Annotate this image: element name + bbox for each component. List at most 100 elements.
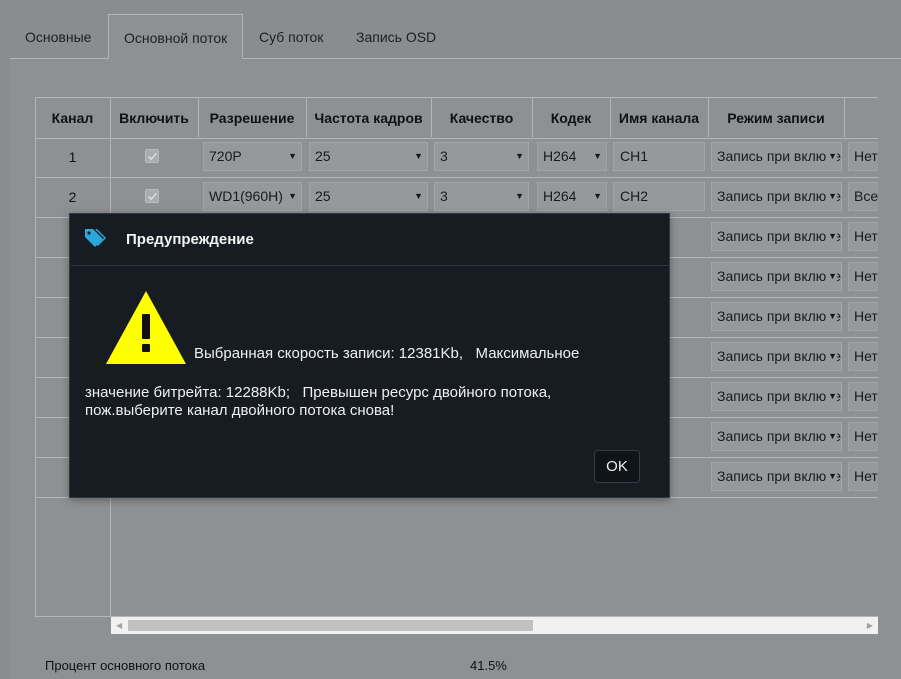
dropdown-arrow-icon: ▼ — [591, 183, 602, 210]
extra-value: Нет — [854, 348, 878, 364]
quality-value: 3 — [440, 188, 448, 204]
dialog-message-line2: значение битрейта: 12288Kb; Превышен рес… — [85, 384, 552, 401]
framerate-select[interactable]: 25 ▼ — [309, 182, 428, 211]
codec-value: H264 — [543, 188, 577, 204]
dropdown-arrow-icon: ▼ — [513, 143, 524, 170]
dropdown-arrow-icon: ▼ — [826, 303, 837, 330]
main-stream-percent-label: Процент основного потока — [45, 658, 206, 673]
warning-dialog: Предупреждение Выбранная скорость записи… — [69, 213, 670, 498]
header-framerate: Частота кадров — [314, 110, 423, 126]
enable-checkbox[interactable] — [145, 149, 159, 163]
dropdown-arrow-icon: ▼ — [286, 143, 297, 170]
channel-name-input[interactable]: CH1 — [613, 142, 705, 171]
extra-value: Все — [854, 188, 878, 204]
extra-select[interactable]: Нет — [848, 382, 878, 411]
tab-basic[interactable]: Основные — [10, 14, 106, 58]
dropdown-arrow-icon: ▼ — [412, 143, 423, 170]
extra-value: Нет — [854, 148, 878, 164]
scroll-left-icon[interactable]: ◀ — [116, 621, 122, 630]
channel-name-input[interactable]: CH2 — [613, 182, 705, 211]
check-icon — [147, 152, 158, 161]
tab-record-osd[interactable]: Запись OSD — [341, 14, 451, 58]
record-mode-select[interactable]: Запись при включении▼ — [711, 422, 842, 451]
extra-select[interactable]: Нет — [848, 222, 878, 251]
tab-main-stream[interactable]: Основной поток — [108, 14, 244, 59]
quality-value: 3 — [440, 148, 448, 164]
record-mode-value: Запись при включении — [717, 308, 842, 324]
resolution-value: 720P — [209, 148, 242, 164]
column-divider — [610, 97, 611, 137]
record-mode-select[interactable]: Запись при включении▼ — [711, 182, 842, 211]
record-mode-select[interactable]: Запись при включении▼ — [711, 222, 842, 251]
quality-select[interactable]: 3 ▼ — [434, 142, 529, 171]
column-divider — [708, 97, 709, 137]
ok-button[interactable]: OK — [594, 450, 640, 483]
framerate-select[interactable]: 25 ▼ — [309, 142, 428, 171]
extra-value: Нет — [854, 388, 878, 404]
dropdown-arrow-icon: ▼ — [591, 143, 602, 170]
extra-select[interactable]: Нет — [848, 462, 878, 491]
horizontal-scrollbar[interactable]: ◀ ▶ — [111, 617, 878, 634]
tab-bar: Основные Основной поток Суб поток Запись… — [10, 14, 901, 59]
codec-select[interactable]: H264 ▼ — [537, 142, 607, 171]
resolution-select[interactable]: WD1(960H) ▼ — [203, 182, 302, 211]
column-divider — [306, 97, 307, 137]
dropdown-arrow-icon: ▼ — [826, 383, 837, 410]
header-record-mode: Режим записи — [727, 110, 825, 126]
record-mode-value: Запись при включении — [717, 148, 842, 164]
extra-select[interactable]: Все — [848, 182, 878, 211]
dialog-message-line1: Выбранная скорость записи: 12381Kb, Макс… — [194, 345, 580, 362]
column-divider — [844, 97, 845, 137]
dialog-title: Предупреждение — [126, 231, 254, 248]
tab-sub-stream[interactable]: Суб поток — [244, 14, 338, 58]
tag-icon — [85, 229, 106, 247]
warning-icon — [106, 291, 186, 364]
quality-select[interactable]: 3 ▼ — [434, 182, 529, 211]
extra-select[interactable]: Нет — [848, 422, 878, 451]
main-stream-percent-value: 41.5% — [470, 658, 507, 673]
dropdown-arrow-icon: ▼ — [826, 143, 837, 170]
extra-value: Нет — [854, 228, 878, 244]
extra-select[interactable]: Нет — [848, 302, 878, 331]
dialog-message-line3: пож.выберите канал двойного потока снова… — [85, 402, 395, 419]
codec-value: H264 — [543, 148, 577, 164]
enable-checkbox[interactable] — [145, 189, 159, 203]
extra-value: Нет — [854, 308, 878, 324]
record-mode-value: Запись при включении — [717, 388, 842, 404]
table-row: 2 WD1(960H) ▼ 25 ▼ 3 ▼ H264 ▼ CH2 Запись при… — [35, 177, 878, 218]
dropdown-arrow-icon: ▼ — [826, 343, 837, 370]
record-mode-select[interactable]: Запись при включении▼ — [711, 342, 842, 371]
header-channel: Канал — [51, 110, 94, 126]
extra-value: Нет — [854, 268, 878, 284]
record-mode-select[interactable]: Запись при включении▼ — [711, 302, 842, 331]
codec-select[interactable]: H264 ▼ — [537, 182, 607, 211]
dropdown-arrow-icon: ▼ — [513, 183, 524, 210]
channel-number: 1 — [68, 149, 77, 165]
record-mode-value: Запись при включении — [717, 468, 842, 484]
extra-select[interactable]: Нет — [848, 142, 878, 171]
dialog-header: Предупреждение — [70, 214, 669, 266]
channel-number: 2 — [68, 189, 77, 205]
record-mode-select[interactable]: Запись при включении▼ — [711, 462, 842, 491]
header-quality: Качество — [449, 110, 514, 126]
scrollbar-thumb[interactable] — [128, 620, 533, 631]
column-divider — [532, 97, 533, 137]
record-mode-value: Запись при включении — [717, 228, 842, 244]
framerate-value: 25 — [315, 188, 331, 204]
record-mode-value: Запись при включении — [717, 348, 842, 364]
extra-select[interactable]: Нет — [848, 262, 878, 291]
table-header: Канал Включить Разрешение Частота кадров… — [35, 97, 878, 139]
extra-select[interactable]: Нет — [848, 342, 878, 371]
scroll-right-icon[interactable]: ▶ — [867, 621, 873, 630]
record-mode-value: Запись при включении — [717, 428, 842, 444]
record-mode-select[interactable]: Запись при включении▼ — [711, 142, 842, 171]
resolution-select[interactable]: 720P ▼ — [203, 142, 302, 171]
dropdown-arrow-icon: ▼ — [826, 423, 837, 450]
record-mode-select[interactable]: Запись при включении▼ — [711, 382, 842, 411]
framerate-value: 25 — [315, 148, 331, 164]
dropdown-arrow-icon: ▼ — [826, 183, 837, 210]
header-resolution: Разрешение — [209, 110, 295, 126]
record-mode-select[interactable]: Запись при включении▼ — [711, 262, 842, 291]
resolution-value: WD1(960H) — [209, 188, 283, 204]
dropdown-arrow-icon: ▼ — [826, 263, 837, 290]
